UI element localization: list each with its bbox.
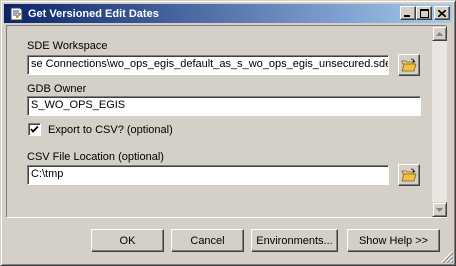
title-bar[interactable]: Get Versioned Edit Dates [4, 4, 452, 23]
close-icon [438, 9, 446, 17]
close-button[interactable] [434, 6, 450, 20]
resize-grip-icon[interactable] [441, 251, 453, 263]
script-tool-icon [10, 7, 23, 20]
gdb-owner-label: GDB Owner [27, 83, 87, 95]
csv-location-input[interactable]: C:\tmp [27, 165, 389, 185]
sde-workspace-label: SDE Workspace [27, 40, 108, 52]
checkmark-icon [30, 125, 39, 133]
scroll-down-button[interactable] [432, 202, 447, 217]
minimize-button[interactable] [400, 6, 416, 20]
export-csv-checkbox[interactable] [28, 123, 41, 136]
gdb-owner-input[interactable]: S_WO_OPS_EGIS [27, 96, 421, 116]
arrow-up-icon [436, 31, 443, 36]
arrow-down-icon [436, 207, 443, 212]
cancel-button[interactable]: Cancel [171, 229, 244, 252]
sde-workspace-input[interactable]: se Connections\wo_ops_egis_default_as_s_… [27, 55, 389, 75]
open-folder-icon [401, 168, 417, 182]
csv-location-label: CSV File Location (optional) [27, 151, 164, 163]
open-folder-icon [401, 58, 417, 72]
csv-location-browse-button[interactable] [398, 164, 420, 186]
dialog-window: Get Versioned Edit Dates SDE Workspace s… [0, 0, 456, 266]
parameters-panel: SDE Workspace se Connections\wo_ops_egis… [6, 25, 447, 218]
maximize-button[interactable] [416, 6, 432, 20]
sde-workspace-browse-button[interactable] [398, 54, 420, 76]
maximize-icon [419, 8, 429, 18]
window-title: Get Versioned Edit Dates [28, 7, 159, 20]
show-help-button[interactable]: Show Help >> [347, 229, 440, 252]
export-csv-label: Export to CSV? (optional) [48, 124, 173, 136]
environments-button[interactable]: Environments... [251, 229, 338, 252]
vertical-scrollbar[interactable] [432, 26, 447, 217]
minimize-icon [404, 14, 410, 17]
scroll-up-button[interactable] [432, 26, 447, 41]
ok-button[interactable]: OK [91, 229, 164, 252]
